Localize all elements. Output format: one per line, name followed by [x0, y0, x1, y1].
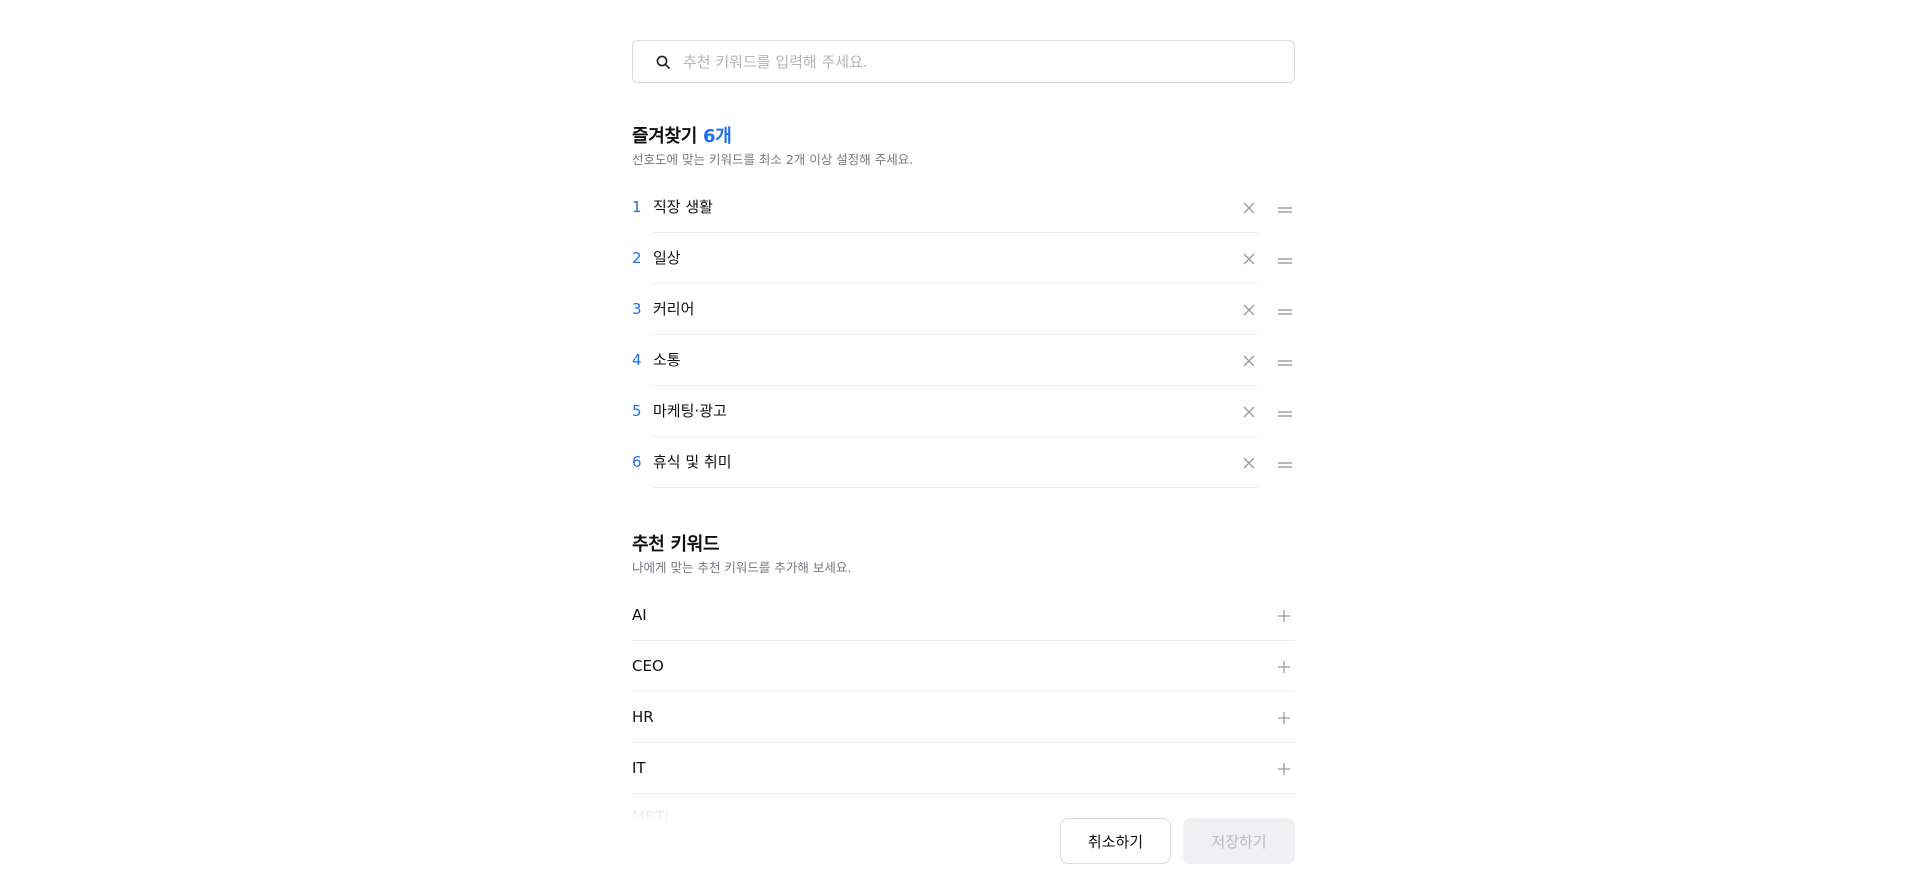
favorite-row: 4 소통	[632, 335, 1295, 386]
favorite-label: 휴식 및 취미	[653, 453, 732, 471]
drag-handle-icon[interactable]	[1277, 252, 1293, 264]
favorite-label: 직장 생활	[653, 198, 713, 216]
recommended-row[interactable]: AI	[632, 590, 1295, 641]
recommended-label: IT	[632, 759, 646, 777]
favorite-index: 1	[632, 198, 642, 216]
plus-icon[interactable]	[1277, 659, 1291, 673]
plus-icon[interactable]	[1277, 608, 1291, 622]
favorite-index: 2	[632, 249, 642, 267]
favorites-title-text: 즐겨찾기	[632, 126, 698, 147]
favorite-row: 6 휴식 및 취미	[632, 437, 1295, 488]
recommended-row[interactable]: CEO	[632, 641, 1295, 692]
favorite-index: 4	[632, 351, 642, 369]
search-input[interactable]	[683, 41, 1294, 82]
favorite-row: 1 직장 생활	[632, 182, 1295, 233]
favorite-row: 2 일상	[632, 233, 1295, 284]
keyword-settings-page: 즐겨찾기 6개 선호도에 맞는 키워드를 최소 2개 이상 설정해 주세요. 1…	[0, 0, 1920, 884]
plus-icon[interactable]	[1277, 710, 1291, 724]
recommended-description: 나에게 맞는 추천 키워드를 추가해 보세요.	[632, 560, 852, 575]
recommended-label: CEO	[632, 657, 664, 675]
drag-handle-icon[interactable]	[1277, 405, 1293, 417]
favorite-index: 3	[632, 300, 642, 318]
cancel-button[interactable]: 취소하기	[1060, 818, 1171, 864]
close-icon[interactable]	[1242, 455, 1256, 469]
drag-handle-icon[interactable]	[1277, 303, 1293, 315]
close-icon[interactable]	[1242, 302, 1256, 316]
favorite-label: 커리어	[653, 300, 695, 318]
favorite-label: 소통	[653, 351, 681, 369]
favorite-row: 3 커리어	[632, 284, 1295, 335]
recommended-label: HR	[632, 708, 654, 726]
close-icon[interactable]	[1242, 353, 1256, 367]
recommended-label: AI	[632, 606, 647, 624]
favorite-label: 마케팅·광고	[653, 402, 727, 420]
plus-icon[interactable]	[1277, 761, 1291, 775]
favorites-title: 즐겨찾기 6개	[632, 122, 732, 148]
row-divider	[652, 487, 1259, 488]
favorites-count: 6개	[703, 126, 732, 147]
close-icon[interactable]	[1242, 251, 1256, 265]
search-icon	[655, 54, 671, 70]
drag-handle-icon[interactable]	[1277, 456, 1293, 468]
recommended-row[interactable]: HR	[632, 692, 1295, 743]
drag-handle-icon[interactable]	[1277, 201, 1293, 213]
favorite-label: 일상	[653, 249, 681, 267]
recommended-row[interactable]: IT	[632, 743, 1295, 794]
drag-handle-icon[interactable]	[1277, 354, 1293, 366]
favorite-index: 6	[632, 453, 642, 471]
favorite-row: 5 마케팅·광고	[632, 386, 1295, 437]
save-button[interactable]: 저장하기	[1183, 818, 1295, 864]
favorite-index: 5	[632, 402, 642, 420]
favorites-description: 선호도에 맞는 키워드를 최소 2개 이상 설정해 주세요.	[632, 152, 914, 167]
close-icon[interactable]	[1242, 200, 1256, 214]
search-box[interactable]	[632, 40, 1295, 83]
recommended-title: 추천 키워드	[632, 534, 720, 555]
close-icon[interactable]	[1242, 404, 1256, 418]
